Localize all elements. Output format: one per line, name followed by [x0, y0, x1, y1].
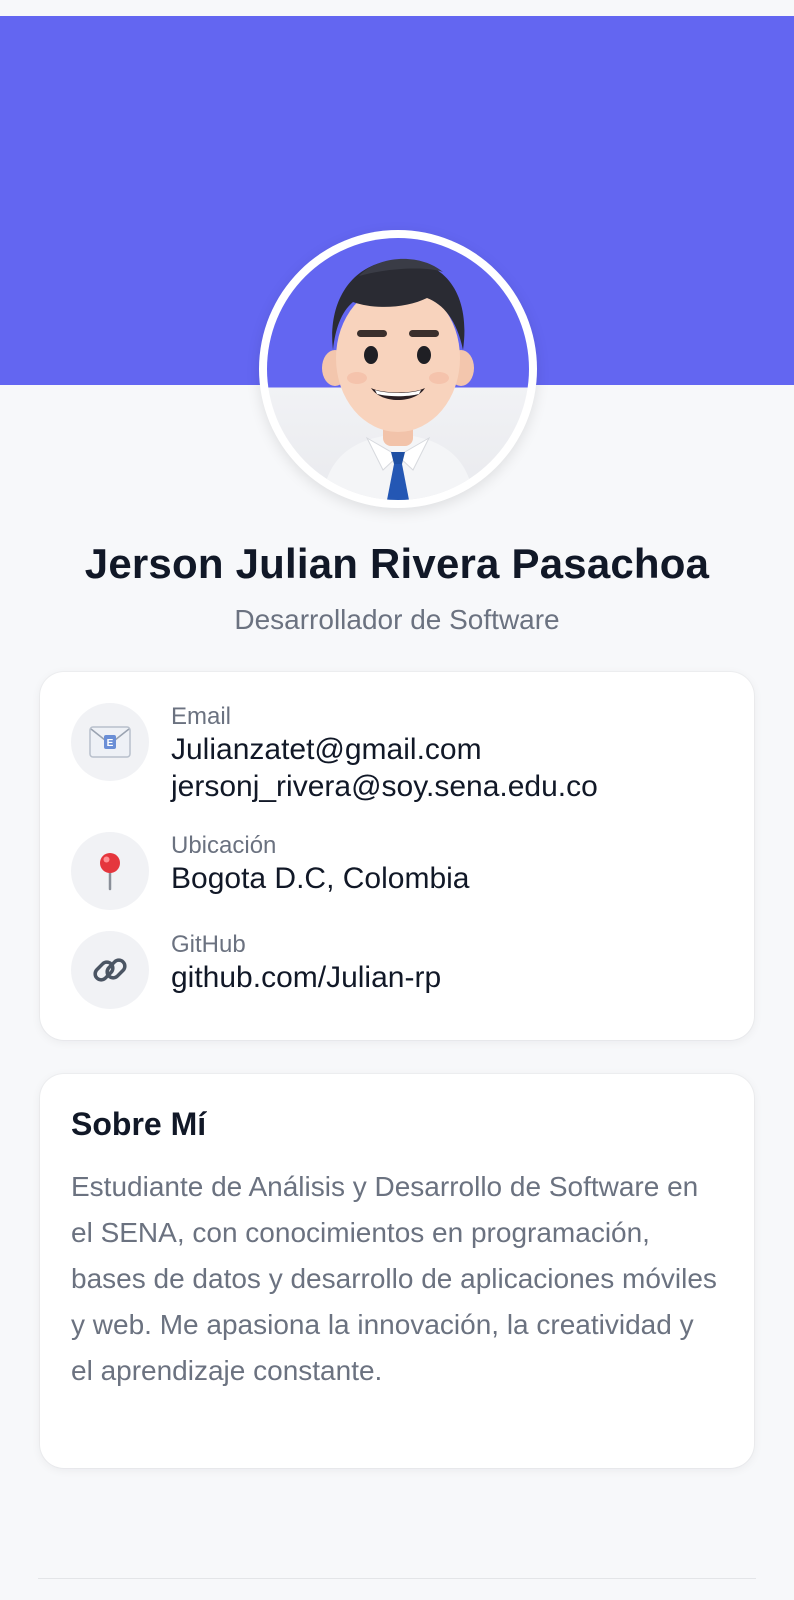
envelope-icon: E [71, 703, 149, 781]
contact-card: E Email Julianzatet@gmail.com jersonj_ri… [40, 672, 754, 1040]
avatar-image [267, 238, 529, 500]
email-link-primary[interactable]: Julianzatet@gmail.com [171, 731, 598, 768]
svg-text:E: E [107, 738, 114, 749]
about-card: Sobre Mí Estudiante de Análisis y Desarr… [40, 1074, 754, 1468]
email-label: Email [171, 703, 232, 730]
avatar-illustration [322, 258, 474, 500]
pin-icon [71, 832, 149, 910]
github-label: GitHub [171, 931, 246, 958]
footer-divider [38, 1578, 756, 1579]
link-icon [71, 931, 149, 1009]
avatar [259, 230, 537, 508]
profile-name: Jerson Julian Rivera Pasachoa [84, 540, 710, 587]
contact-email-row: E Email Julianzatet@gmail.com jersonj_ri… [71, 703, 598, 805]
location-label: Ubicación [171, 832, 277, 859]
profile-role: Desarrollador de Software [234, 604, 560, 635]
github-link[interactable]: github.com/Julian-rp [171, 959, 441, 996]
contact-github-row: GitHub github.com/Julian-rp [71, 931, 441, 1009]
email-link-secondary[interactable]: jersonj_rivera@soy.sena.edu.co [171, 768, 598, 805]
about-text: Estudiante de Análisis y Desarrollo de S… [71, 1171, 717, 1386]
contact-location-row: Ubicación Bogota D.C, Colombia [71, 832, 469, 910]
top-strip [0, 0, 794, 16]
location-value: Bogota D.C, Colombia [171, 862, 470, 895]
about-title: Sobre Mí [71, 1106, 207, 1142]
